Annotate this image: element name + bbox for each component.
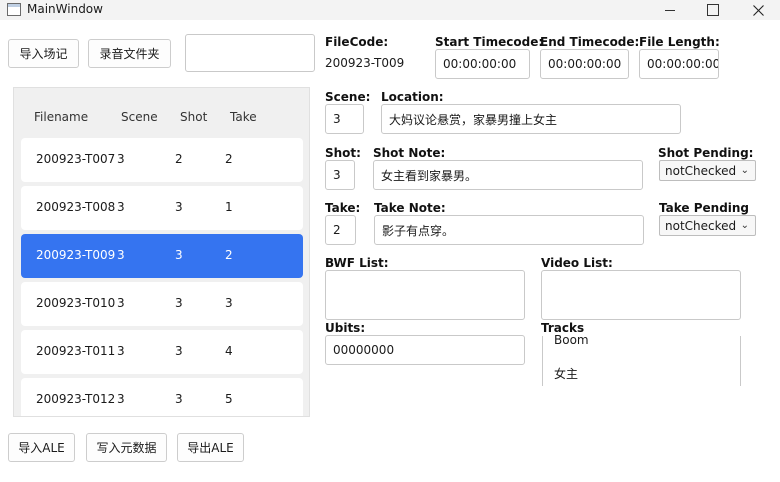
take-pending-select[interactable]: notChecked ⌄ — [659, 215, 756, 236]
folder-path-input[interactable] — [185, 34, 315, 72]
cell-take: 3 — [225, 296, 233, 310]
bwf-list[interactable] — [325, 270, 525, 320]
cell-take: 1 — [225, 200, 233, 214]
file-list[interactable]: Filename Scene Shot Take 200923-T007 3 2 2 2… — [13, 87, 310, 417]
chevron-down-icon: ⌄ — [740, 220, 749, 231]
window-title: MainWindow — [27, 2, 103, 16]
scene-field[interactable]: 3 — [325, 104, 364, 134]
header-filename[interactable]: Filename — [34, 110, 88, 124]
video-list[interactable] — [541, 270, 741, 320]
end-timecode-label: End Timecode: — [540, 35, 640, 49]
cell-scene: 3 — [117, 200, 125, 214]
take-note-field[interactable]: 影子有点穿。 — [374, 215, 644, 245]
cell-filename: 200923-T012 — [36, 392, 116, 406]
cell-shot: 3 — [175, 248, 183, 262]
tracks-list[interactable]: Boom 女主 — [542, 333, 741, 386]
header-shot[interactable]: Shot — [180, 110, 207, 124]
cell-take: 2 — [225, 248, 233, 262]
maximize-icon[interactable] — [691, 0, 735, 20]
filecode-label: FileCode: — [325, 35, 389, 49]
import-ale-button[interactable]: 导入ALE — [8, 433, 75, 462]
video-list-label: Video List: — [541, 256, 613, 270]
list-item[interactable]: 200923-T012 3 3 5 — [21, 378, 303, 416]
cell-shot: 2 — [175, 152, 183, 166]
cell-filename: 200923-T011 — [36, 344, 116, 358]
end-timecode-field[interactable]: 00:00:00:00 — [540, 49, 629, 79]
cell-filename: 200923-T008 — [36, 200, 116, 214]
shot-pending-value: notChecked — [665, 163, 737, 178]
cell-take: 4 — [225, 344, 233, 358]
list-item[interactable]: 200923-T008 3 3 1 — [21, 186, 303, 230]
write-metadata-button[interactable]: 写入元数据 — [86, 433, 167, 462]
list-header: Filename Scene Shot Take — [14, 88, 309, 136]
list-item[interactable]: 200923-T010 3 3 3 — [21, 282, 303, 326]
shot-label: Shot: — [325, 146, 361, 160]
take-note-label: Take Note: — [374, 201, 446, 215]
cell-filename: 200923-T007 — [36, 152, 116, 166]
audio-folder-button[interactable]: 录音文件夹 — [88, 39, 171, 68]
bwf-list-label: BWF List: — [325, 256, 389, 270]
take-pending-label: Take Pending — [659, 201, 750, 215]
ubits-field[interactable]: 00000000 — [325, 335, 525, 365]
cell-take: 5 — [225, 392, 233, 406]
export-ale-button[interactable]: 导出ALE — [177, 433, 244, 462]
import-log-button[interactable]: 导入场记 — [8, 39, 79, 68]
file-length-field[interactable]: 00:00:00:00 — [639, 49, 719, 79]
list-item[interactable]: 200923-T011 3 3 4 — [21, 330, 303, 374]
scene-label: Scene: — [325, 90, 371, 104]
cell-scene: 3 — [117, 344, 125, 358]
shot-pending-label: Shot Pending: — [658, 146, 754, 160]
take-label: Take: — [325, 201, 361, 215]
start-timecode-label: Start Timecode: — [435, 35, 544, 49]
cell-shot: 3 — [175, 344, 183, 358]
cell-take: 2 — [225, 152, 233, 166]
location-label: Location: — [381, 90, 444, 104]
start-timecode-field[interactable]: 00:00:00:00 — [435, 49, 530, 79]
close-icon[interactable] — [736, 0, 780, 20]
cell-filename: 200923-T010 — [36, 296, 116, 310]
header-take[interactable]: Take — [230, 110, 257, 124]
header-scene[interactable]: Scene — [121, 110, 158, 124]
cell-filename: 200923-T009 — [36, 248, 116, 262]
title-bar: MainWindow — [0, 0, 780, 20]
take-field[interactable]: 2 — [325, 215, 356, 245]
shot-field[interactable]: 3 — [325, 160, 355, 190]
shot-note-label: Shot Note: — [373, 146, 446, 160]
window-icon — [7, 3, 21, 16]
cell-scene: 3 — [117, 392, 125, 406]
track-item[interactable]: Boom — [554, 333, 589, 347]
cell-scene: 3 — [117, 296, 125, 310]
cell-shot: 3 — [175, 296, 183, 310]
cell-scene: 3 — [117, 248, 125, 262]
track-item[interactable]: 女主 — [554, 365, 578, 382]
cell-scene: 3 — [117, 152, 125, 166]
list-item[interactable]: 200923-T007 3 2 2 — [21, 138, 303, 182]
cell-shot: 3 — [175, 392, 183, 406]
cell-shot: 3 — [175, 200, 183, 214]
chevron-down-icon: ⌄ — [740, 165, 749, 176]
minimize-icon[interactable] — [648, 0, 692, 20]
shot-pending-select[interactable]: notChecked ⌄ — [659, 160, 756, 181]
list-item[interactable]: 200923-T009 3 3 2 — [21, 234, 303, 278]
file-length-label: File Length: — [639, 35, 720, 49]
ubits-label: Ubits: — [325, 321, 366, 335]
take-pending-value: notChecked — [665, 218, 737, 233]
filecode-value: 200923-T009 — [325, 56, 405, 70]
location-field[interactable]: 大妈议论悬赏，家暴男撞上女主 — [381, 104, 681, 134]
shot-note-field[interactable]: 女主看到家暴男。 — [373, 160, 643, 190]
